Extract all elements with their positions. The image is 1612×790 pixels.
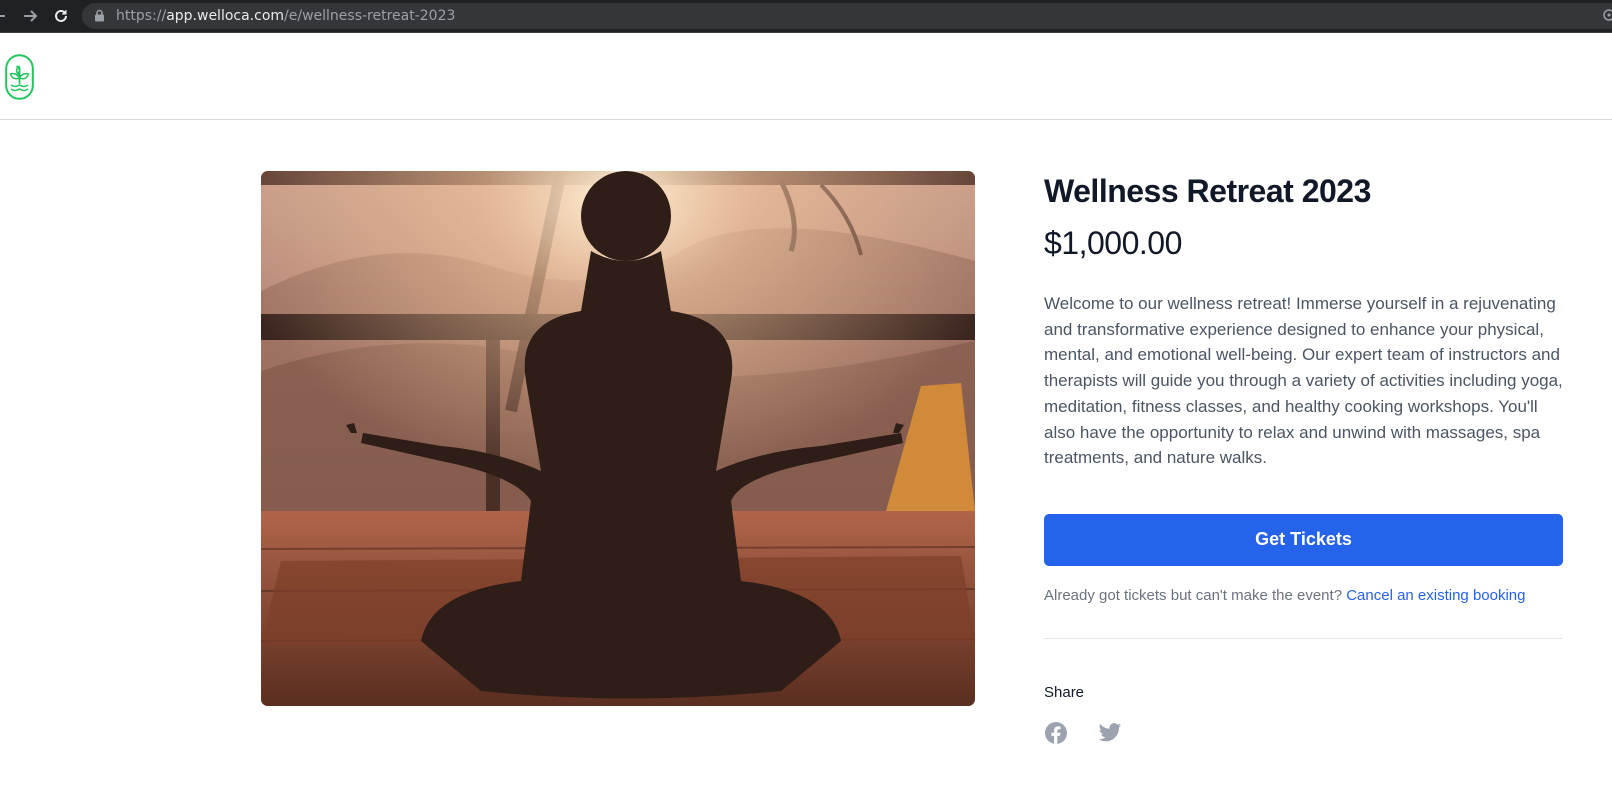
- get-tickets-button[interactable]: Get Tickets: [1044, 513, 1563, 566]
- event-title: Wellness Retreat 2023: [1044, 173, 1371, 209]
- event-details: Wellness Retreat 2023 $1,000.00 Welcome …: [1044, 171, 1564, 745]
- cancel-booking-link[interactable]: Cancel an existing booking: [1346, 587, 1525, 604]
- section-divider: [1044, 637, 1563, 639]
- cancel-booking-line: Already got tickets but can't make the e…: [1044, 586, 1564, 606]
- browser-toolbar: https://app.welloca.com/e/wellness-retre…: [0, 0, 1612, 33]
- site-header: [0, 33, 1612, 120]
- event-price: $1,000.00: [1044, 225, 1182, 261]
- url-scheme: https://: [116, 8, 167, 24]
- cancel-booking-prompt: Already got tickets but can't make the e…: [1044, 586, 1343, 604]
- reload-icon[interactable]: [50, 5, 72, 27]
- url-path: /e/wellness-retreat-2023: [284, 8, 456, 24]
- lock-icon: [94, 9, 105, 27]
- forward-icon[interactable]: [19, 5, 41, 27]
- address-bar[interactable]: https://app.welloca.com/e/wellness-retre…: [82, 3, 1612, 29]
- event-description: Welcome to our wellness retreat! Immerse…: [1044, 294, 1563, 468]
- event-hero-image: [261, 171, 975, 706]
- twitter-icon[interactable]: [1098, 723, 1122, 743]
- share-label: Share: [1044, 683, 1085, 701]
- leaf-logo-icon[interactable]: [5, 54, 34, 105]
- facebook-icon[interactable]: [1044, 721, 1068, 745]
- share-icons: [1044, 721, 1564, 745]
- omnibox-action-icon[interactable]: [1602, 8, 1612, 27]
- url-host: app.welloca.com: [166, 8, 285, 24]
- address-url[interactable]: https://app.welloca.com/e/wellness-retre…: [116, 8, 455, 24]
- back-icon[interactable]: [0, 5, 10, 27]
